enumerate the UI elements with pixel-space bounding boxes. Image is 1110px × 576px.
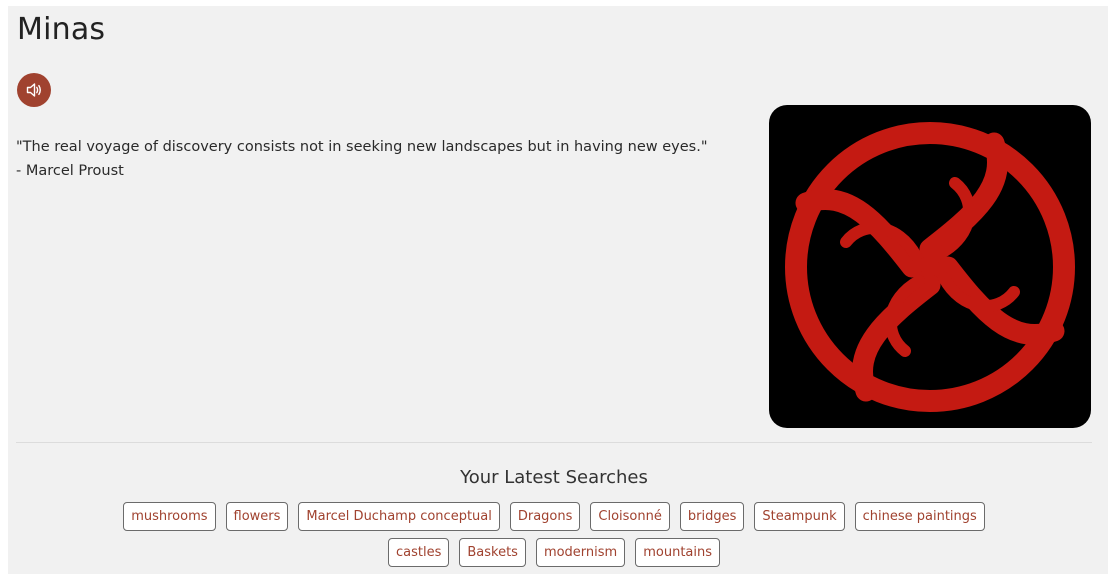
search-tag-marcel-duchamp-conceptual[interactable]: Marcel Duchamp conceptual (298, 502, 500, 531)
search-tag-cloisonne[interactable]: Cloisonné (590, 502, 670, 531)
section-divider (16, 442, 1092, 443)
search-tag-dragons[interactable]: Dragons (509, 502, 581, 531)
spiral-logo-image (769, 105, 1091, 428)
search-tag-steampunk[interactable]: Steampunk (754, 502, 845, 531)
search-tag-bridges[interactable]: bridges (679, 502, 745, 531)
quote-text: "The real voyage of discovery consists n… (16, 139, 708, 155)
speaker-icon (25, 81, 43, 99)
search-tag-baskets[interactable]: Baskets (459, 538, 526, 567)
quote-author: - Marcel Proust (16, 163, 124, 179)
page-title: Minas (17, 12, 106, 47)
search-tags-row-1: mushrooms flowers Marcel Duchamp concept… (8, 502, 1100, 531)
search-tag-chinese-paintings[interactable]: chinese paintings (854, 502, 985, 531)
latest-searches-heading: Your Latest Searches (460, 467, 648, 488)
search-tag-mushrooms[interactable]: mushrooms (123, 502, 216, 531)
search-tag-modernism[interactable]: modernism (535, 538, 626, 567)
search-tag-flowers[interactable]: flowers (225, 502, 289, 531)
quote-block: "The real voyage of discovery consists n… (16, 135, 736, 183)
content-panel: Minas "The real voyage of discovery cons… (8, 6, 1108, 574)
search-tags-row-2: castles Baskets modernism mountains (8, 538, 1100, 567)
search-tag-castles[interactable]: castles (387, 538, 450, 567)
audio-button[interactable] (17, 73, 51, 107)
search-tag-mountains[interactable]: mountains (635, 538, 721, 567)
